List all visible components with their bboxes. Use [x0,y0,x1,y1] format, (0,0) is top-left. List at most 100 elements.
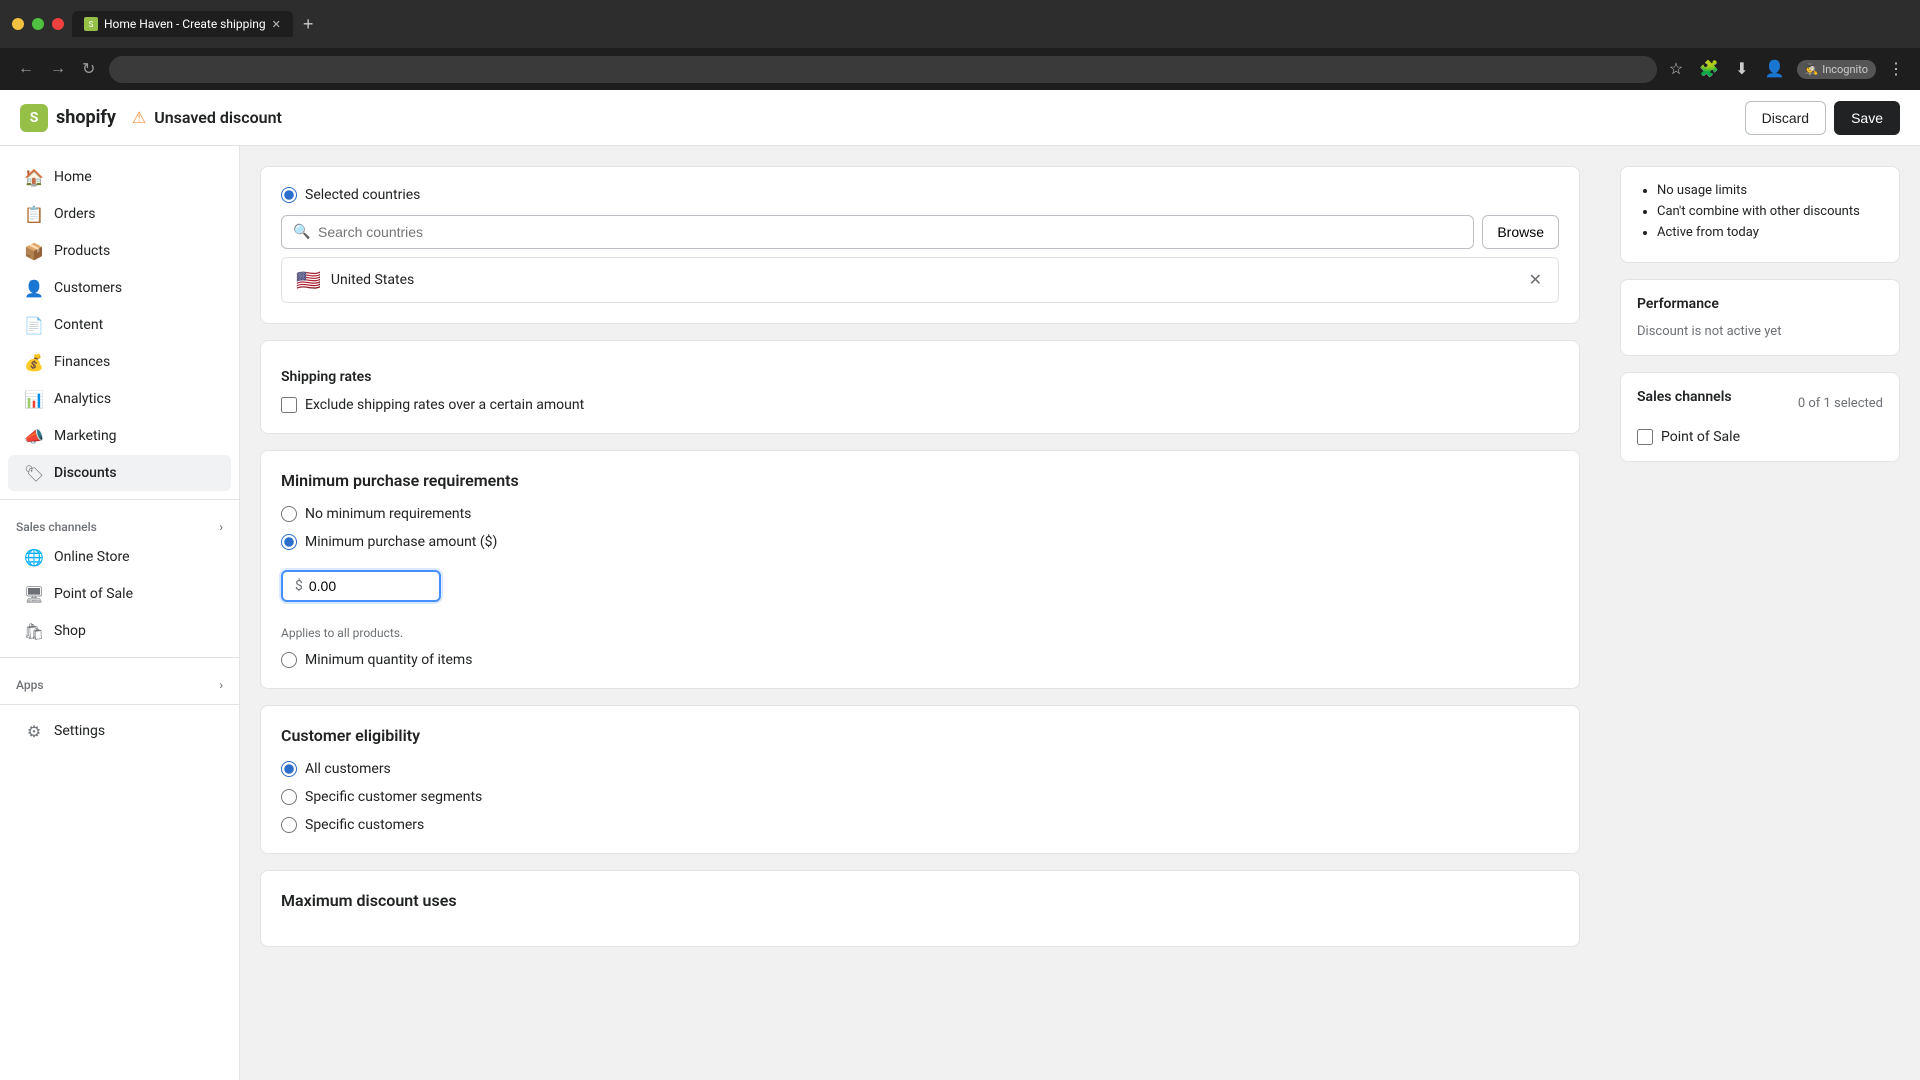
countries-card-body: Selected countries 🔍 Browse 🇺🇸 United St [261,167,1579,323]
search-countries-input[interactable] [281,215,1474,249]
customer-eligibility-title: Customer eligibility [281,726,1559,745]
min-qty-row: Minimum quantity of items [281,652,1559,668]
sidebar-item-customers[interactable]: 👤 Customers [8,270,231,306]
sidebar-item-orders-label: Orders [54,206,96,222]
no-min-radio[interactable] [281,506,297,522]
sidebar-item-finances[interactable]: 💰 Finances [8,344,231,380]
sidebar-item-customers-label: Customers [54,280,122,296]
sales-channels-section[interactable]: Sales channels › [0,508,239,538]
pos-channel-label: Point of Sale [1661,429,1740,445]
country-name: United States [331,272,1517,288]
bookmark-icon[interactable]: ☆ [1665,55,1687,83]
sales-channel-count: 0 of 1 selected [1798,396,1883,411]
address-bar-row: ← → ↻ admin.shopify.com/store/de8143-a6/… [0,48,1920,90]
amount-input[interactable] [309,578,409,594]
browse-button[interactable]: Browse [1482,215,1559,249]
sidebar-item-point-of-sale[interactable]: 🖥 Point of Sale [8,576,231,612]
minimum-purchase-radio-group: No minimum requirements Minimum purchase… [281,506,1559,668]
min-qty-radio[interactable] [281,652,297,668]
customer-eligibility-body: Customer eligibility All customers Speci… [261,706,1579,853]
back-button[interactable]: ← [12,55,40,83]
orders-icon: 📋 [24,204,44,224]
active-tab[interactable]: S Home Haven - Create shipping ✕ [72,11,293,37]
forward-button[interactable]: → [44,55,72,83]
max-discount-uses-card: Maximum discount uses [260,870,1580,947]
max-discount-uses-title: Maximum discount uses [281,891,1559,910]
sidebar-item-finances-label: Finances [54,354,110,370]
new-tab-button[interactable]: + [297,12,320,37]
amount-helper-text: Applies to all products. [281,626,1559,640]
pos-channel-checkbox[interactable] [1637,429,1653,445]
page-title-section: ⚠ Unsaved discount [132,108,1729,127]
exclude-rates-checkbox[interactable] [281,397,297,413]
shop-icon: 🛍 [24,621,44,641]
warning-icon: ⚠ [132,108,146,127]
amount-input-wrapper: $ [281,570,441,602]
performance-card: Performance Discount is not active yet [1620,279,1900,356]
min-qty-label: Minimum quantity of items [305,652,472,668]
discard-button[interactable]: Discard [1745,101,1826,135]
customer-eligibility-radio-group: All customers Specific customer segments… [281,761,1559,833]
close-button[interactable] [52,18,64,30]
search-icon: 🔍 [293,224,310,240]
online-store-icon: 🌐 [24,547,44,567]
specific-segments-label: Specific customer segments [305,789,482,805]
apps-section[interactable]: Apps › [0,666,239,696]
sidebar-item-home[interactable]: 🏠 Home [8,159,231,195]
min-amount-radio[interactable] [281,534,297,550]
sidebar-item-products[interactable]: 📦 Products [8,233,231,269]
maximize-button[interactable] [32,18,44,30]
minimize-button[interactable] [12,18,24,30]
sidebar-item-discounts[interactable]: 🏷 Discounts [8,455,231,491]
right-panel: No usage limits Can't combine with other… [1600,146,1920,1080]
specific-customers-label: Specific customers [305,817,424,833]
sidebar-item-orders[interactable]: 📋 Orders [8,196,231,232]
all-customers-label: All customers [305,761,391,777]
tab-close-icon[interactable]: ✕ [272,18,281,31]
remove-country-button[interactable]: ✕ [1527,268,1544,292]
specific-customers-row: Specific customers [281,817,1559,833]
summary-item-2: Active from today [1657,225,1883,240]
sidebar-item-online-store[interactable]: 🌐 Online Store [8,539,231,575]
summary-item-1: Can't combine with other discounts [1657,204,1883,219]
sidebar-item-settings-label: Settings [54,723,105,739]
sidebar-item-content[interactable]: 📄 Content [8,307,231,343]
download-icon[interactable]: ⬇ [1731,55,1752,83]
profile-icon[interactable]: 👤 [1761,55,1789,83]
sidebar-item-shop[interactable]: 🛍 Shop [8,613,231,649]
summary-item-0: No usage limits [1657,183,1883,198]
browser-tabs: S Home Haven - Create shipping ✕ + [72,11,1908,37]
all-customers-radio[interactable] [281,761,297,777]
min-amount-row: Minimum purchase amount ($) [281,534,1559,550]
exclude-rates-label: Exclude shipping rates over a certain am… [305,397,584,413]
refresh-button[interactable]: ↻ [76,55,101,83]
sales-channels-card: Sales channels 0 of 1 selected Point of … [1620,372,1900,462]
sidebar-item-marketing[interactable]: 📣 Marketing [8,418,231,454]
extensions-icon[interactable]: 🧩 [1695,55,1723,83]
sidebar-divider-1 [0,499,239,500]
discounts-icon: 🏷 [24,463,44,483]
address-input[interactable]: admin.shopify.com/store/de8143-a6/discou… [109,56,1657,83]
save-button[interactable]: Save [1834,101,1900,135]
apps-chevron-icon: › [219,678,223,692]
sidebar-item-analytics[interactable]: 📊 Analytics [8,381,231,417]
app-header: S shopify ⚠ Unsaved discount Discard Sav… [0,90,1920,146]
content-icon: 📄 [24,315,44,335]
all-customers-row: All customers [281,761,1559,777]
selected-countries-radio[interactable] [281,187,297,203]
sidebar-item-discounts-label: Discounts [54,465,117,481]
channel-item-pos: Point of Sale [1637,429,1883,445]
sidebar-item-settings[interactable]: ⚙ Settings [8,713,231,749]
specific-segments-radio[interactable] [281,789,297,805]
min-amount-label: Minimum purchase amount ($) [305,534,497,550]
menu-icon[interactable]: ⋮ [1884,55,1908,83]
main-content: Selected countries 🔍 Browse 🇺🇸 United St [240,146,1600,1080]
browser-chrome: S Home Haven - Create shipping ✕ + [0,0,1920,48]
currency-symbol: $ [295,578,303,594]
specific-segments-row: Specific customer segments [281,789,1559,805]
specific-customers-radio[interactable] [281,817,297,833]
exclude-rates-row: Exclude shipping rates over a certain am… [281,397,1559,413]
summary-list: No usage limits Can't combine with other… [1637,183,1883,240]
no-min-row: No minimum requirements [281,506,1559,522]
header-actions: Discard Save [1745,101,1900,135]
